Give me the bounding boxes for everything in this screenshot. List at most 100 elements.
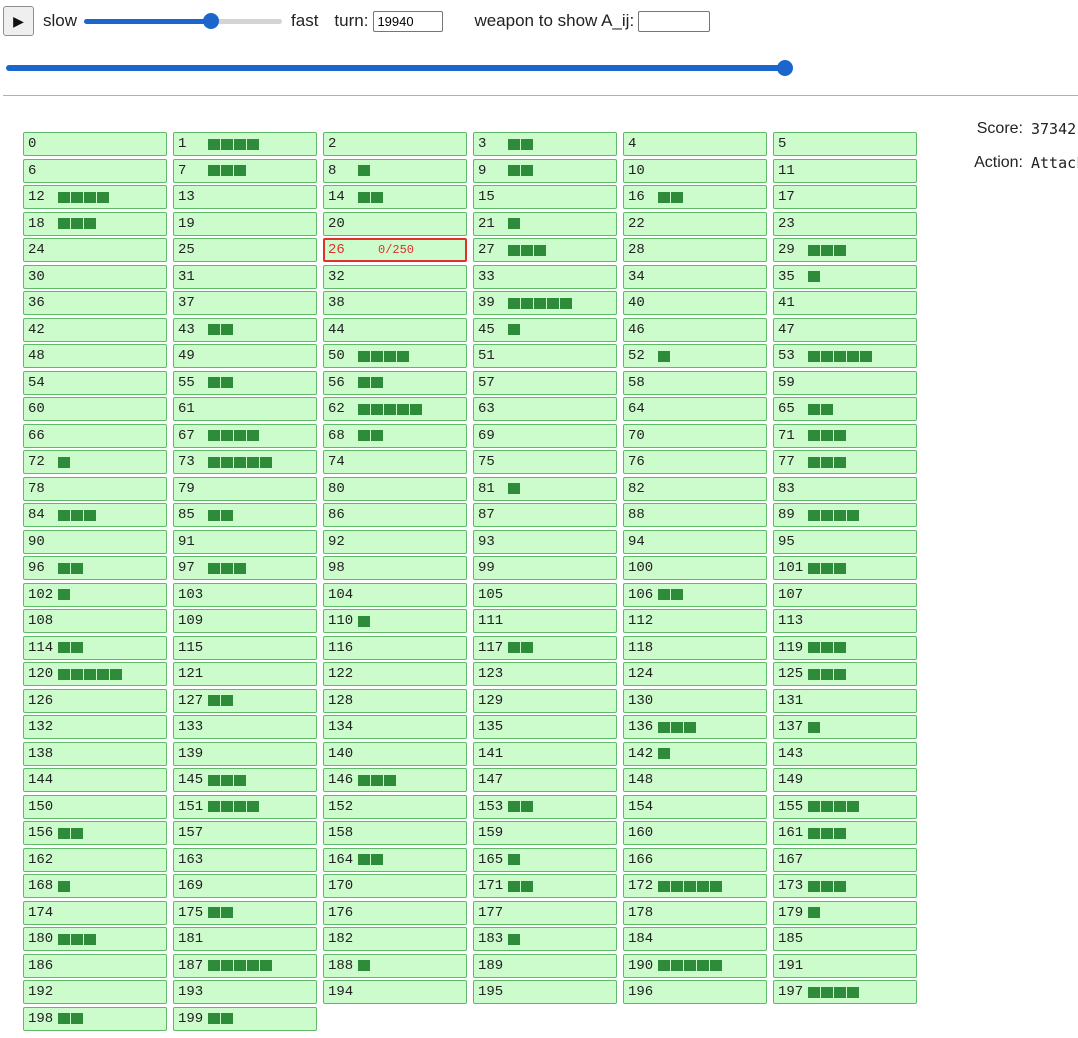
node-cell[interactable]: 46	[623, 317, 767, 342]
node-cell[interactable]: 147	[473, 768, 617, 792]
node-cell[interactable]: 83	[773, 476, 917, 501]
node-cell[interactable]: 51	[473, 344, 617, 368]
node-cell[interactable]: 197	[773, 980, 917, 1004]
node-cell[interactable]: 199	[173, 1006, 317, 1031]
node-cell[interactable]: 175	[173, 900, 317, 925]
node-cell[interactable]: 115	[173, 635, 317, 660]
node-cell[interactable]: 9	[473, 158, 617, 183]
play-button[interactable]: ▶	[3, 6, 34, 36]
node-cell[interactable]: 111	[473, 609, 617, 633]
node-cell[interactable]: 77	[773, 450, 917, 474]
node-cell[interactable]: 66	[23, 423, 167, 448]
node-cell[interactable]: 108	[23, 609, 167, 633]
node-cell[interactable]: 64	[623, 397, 767, 421]
node-cell[interactable]: 92	[323, 529, 467, 554]
node-cell[interactable]: 168	[23, 874, 167, 898]
node-cell[interactable]: 56	[323, 370, 467, 395]
node-cell[interactable]: 71	[773, 423, 917, 448]
node-cell[interactable]: 67	[173, 423, 317, 448]
node-cell[interactable]: 37	[173, 291, 317, 315]
node-cell[interactable]: 97	[173, 556, 317, 580]
node-cell[interactable]: 102	[23, 582, 167, 607]
node-cell[interactable]: 167	[773, 847, 917, 872]
node-cell[interactable]: 6	[23, 158, 167, 183]
node-cell[interactable]: 152	[323, 794, 467, 819]
node-cell[interactable]: 106	[623, 582, 767, 607]
node-cell[interactable]: 39	[473, 291, 617, 315]
node-cell[interactable]: 0	[23, 132, 167, 156]
node-cell[interactable]: 99	[473, 556, 617, 580]
node-cell[interactable]: 135	[473, 715, 617, 739]
node-cell[interactable]: 94	[623, 529, 767, 554]
node-cell[interactable]: 130	[623, 688, 767, 713]
node-cell[interactable]: 104	[323, 582, 467, 607]
node-cell[interactable]: 4	[623, 132, 767, 156]
node-cell[interactable]: 10	[623, 158, 767, 183]
node-cell[interactable]: 180	[23, 927, 167, 951]
node-cell[interactable]: 90	[23, 529, 167, 554]
node-cell[interactable]: 194	[323, 980, 467, 1004]
node-cell[interactable]: 63	[473, 397, 617, 421]
node-cell[interactable]: 11	[773, 158, 917, 183]
node-cell[interactable]: 89	[773, 503, 917, 527]
node-cell[interactable]: 119	[773, 635, 917, 660]
node-cell[interactable]: 179	[773, 900, 917, 925]
node-cell[interactable]: 48	[23, 344, 167, 368]
node-cell[interactable]: 91	[173, 529, 317, 554]
node-cell[interactable]: 164	[323, 847, 467, 872]
node-cell[interactable]: 12	[23, 185, 167, 209]
node-cell[interactable]: 21	[473, 211, 617, 236]
node-cell[interactable]: 100	[623, 556, 767, 580]
node-cell-selected[interactable]: 26 0/250	[323, 238, 467, 262]
node-cell[interactable]: 59	[773, 370, 917, 395]
node-cell[interactable]: 61	[173, 397, 317, 421]
node-cell[interactable]: 131	[773, 688, 917, 713]
node-cell[interactable]: 44	[323, 317, 467, 342]
node-cell[interactable]: 146	[323, 768, 467, 792]
node-cell[interactable]: 184	[623, 927, 767, 951]
turn-input[interactable]	[373, 10, 444, 32]
node-cell[interactable]: 110	[323, 609, 467, 633]
node-cell[interactable]: 137	[773, 715, 917, 739]
node-cell[interactable]: 141	[473, 741, 617, 766]
node-cell[interactable]: 123	[473, 662, 617, 686]
turn-slider-thumb[interactable]	[777, 60, 793, 76]
node-cell[interactable]: 3	[473, 132, 617, 156]
node-cell[interactable]: 1	[173, 132, 317, 156]
node-cell[interactable]: 20	[323, 211, 467, 236]
node-cell[interactable]: 153	[473, 794, 617, 819]
node-cell[interactable]: 170	[323, 874, 467, 898]
node-cell[interactable]: 122	[323, 662, 467, 686]
node-cell[interactable]: 36	[23, 291, 167, 315]
node-cell[interactable]: 73	[173, 450, 317, 474]
node-cell[interactable]: 160	[623, 821, 767, 845]
node-cell[interactable]: 125	[773, 662, 917, 686]
node-cell[interactable]: 149	[773, 768, 917, 792]
node-cell[interactable]: 98	[323, 556, 467, 580]
node-cell[interactable]: 159	[473, 821, 617, 845]
node-cell[interactable]: 120	[23, 662, 167, 686]
node-cell[interactable]: 45	[473, 317, 617, 342]
node-cell[interactable]: 101	[773, 556, 917, 580]
node-cell[interactable]: 93	[473, 529, 617, 554]
node-cell[interactable]: 14	[323, 185, 467, 209]
node-cell[interactable]: 116	[323, 635, 467, 660]
node-cell[interactable]: 103	[173, 582, 317, 607]
node-cell[interactable]: 70	[623, 423, 767, 448]
node-cell[interactable]: 47	[773, 317, 917, 342]
node-cell[interactable]: 151	[173, 794, 317, 819]
node-cell[interactable]: 176	[323, 900, 467, 925]
node-cell[interactable]: 57	[473, 370, 617, 395]
node-cell[interactable]: 166	[623, 847, 767, 872]
node-cell[interactable]: 154	[623, 794, 767, 819]
node-cell[interactable]: 145	[173, 768, 317, 792]
node-cell[interactable]: 62	[323, 397, 467, 421]
node-cell[interactable]: 19	[173, 211, 317, 236]
node-cell[interactable]: 69	[473, 423, 617, 448]
node-cell[interactable]: 27	[473, 238, 617, 262]
node-cell[interactable]: 128	[323, 688, 467, 713]
node-cell[interactable]: 58	[623, 370, 767, 395]
node-cell[interactable]: 81	[473, 476, 617, 501]
node-cell[interactable]: 134	[323, 715, 467, 739]
node-cell[interactable]: 25	[173, 238, 317, 262]
